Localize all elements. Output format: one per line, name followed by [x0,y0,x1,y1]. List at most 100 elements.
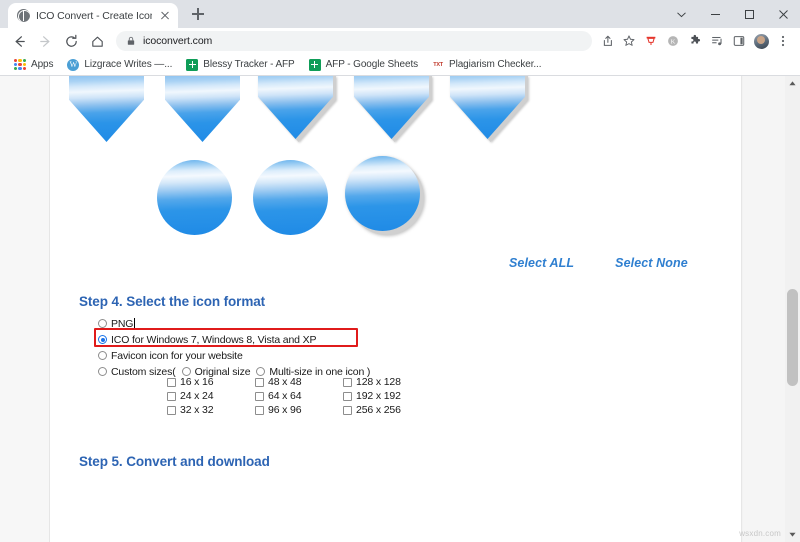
bookmarks-bar: Apps Lizgrace Writes —... Blessy Tracker… [0,54,800,76]
extension-red-icon[interactable] [640,30,662,52]
bookmark-lizgrace-writes[interactable]: Lizgrace Writes —... [60,55,179,75]
scroll-up-arrow-icon[interactable] [785,76,800,91]
svg-text:K: K [671,39,676,46]
format-option-favicon[interactable]: Favicon icon for your website [98,348,370,363]
select-none-link[interactable]: Select None [615,256,688,270]
size-label: 24 x 24 [180,390,214,402]
side-panel-icon[interactable] [728,30,750,52]
size-checkbox-24: 24 x 24 [167,389,255,403]
checkbox-64x64[interactable] [255,391,264,401]
page-viewport: Select ALL Select None Step 4. Select th… [0,76,800,542]
apps-grid-icon [14,58,26,71]
size-label: 16 x 16 [180,376,214,388]
browser-window: ICO Convert - Create Icons From [0,0,800,542]
page-gutter-right [743,76,785,542]
lock-icon [127,36,135,45]
size-checkbox-256: 256 x 256 [343,403,431,417]
size-label: 32 x 32 [180,404,214,416]
url-text: icoconvert.com [143,35,213,47]
bookmark-plagiarism-checker[interactable]: TXT Plagiarism Checker... [425,55,548,75]
icon-preview-shield[interactable] [165,76,240,142]
page-scrollbar[interactable] [785,76,800,542]
icon-preview-shield[interactable] [354,76,432,142]
size-label: 64 x 64 [268,390,302,402]
bookmark-label: Apps [31,59,54,70]
checkbox-24x24[interactable] [167,391,176,401]
home-icon[interactable] [84,28,110,54]
maximize-icon[interactable] [732,0,766,28]
ico-option-highlight [94,328,358,347]
reload-icon[interactable] [58,28,84,54]
step5-heading: Step 5. Convert and download [79,454,270,469]
address-bar[interactable]: icoconvert.com [116,31,592,51]
size-checkbox-128: 128 x 128 [343,375,431,389]
bookmark-label: Blessy Tracker - AFP [203,59,295,70]
size-label: 96 x 96 [268,404,302,416]
bookmark-blessy-tracker[interactable]: Blessy Tracker - AFP [179,55,301,75]
radio-png[interactable] [98,319,107,328]
text-icon: TXT [433,61,443,68]
icon-preview-circle[interactable] [253,160,328,235]
size-checkbox-48: 48 x 48 [255,375,343,389]
toolbar-icons: K [596,30,794,52]
bookmark-afp-google-sheets[interactable]: AFP - Google Sheets [302,55,425,75]
icon-preview-area [50,76,741,256]
icon-preview-circle[interactable] [157,160,232,235]
checkbox-48x48[interactable] [255,377,264,387]
more-menu-icon[interactable] [772,30,794,52]
scrollbar-thumb[interactable] [787,289,798,386]
globe-icon [17,9,30,22]
checkbox-192x192[interactable] [343,391,352,401]
format-option-label: Favicon icon for your website [111,349,243,362]
size-label: 128 x 128 [356,376,401,388]
chevron-down-icon[interactable] [664,0,698,28]
bookmark-star-icon[interactable] [618,30,640,52]
checkbox-256x256[interactable] [343,405,352,415]
bookmark-label: AFP - Google Sheets [325,59,419,70]
icon-format-options: PNG ICO for Windows 7, Windows 8, Vista … [98,316,370,380]
window-controls [664,0,800,28]
checkbox-128x128[interactable] [343,377,352,387]
window-close-icon[interactable] [766,0,800,28]
radio-favicon[interactable] [98,351,107,360]
tab-strip: ICO Convert - Create Icons From [0,0,800,28]
tab-title: ICO Convert - Create Icons From [36,9,152,22]
select-all-link[interactable]: Select ALL [509,256,574,270]
step4-heading: Step 4. Select the icon format [79,294,266,309]
size-label: 192 x 192 [356,390,401,402]
share-icon[interactable] [596,30,618,52]
checkbox-32x32[interactable] [167,405,176,415]
icon-preview-shield[interactable] [258,76,336,142]
new-tab-button[interactable] [185,1,211,27]
checkbox-96x96[interactable] [255,405,264,415]
profile-avatar[interactable] [750,30,772,52]
circle-icon-row [157,156,424,235]
size-checkbox-96: 96 x 96 [255,403,343,417]
close-icon[interactable] [158,9,172,23]
custom-sizes-grid: 16 x 16 48 x 48 128 x 128 24 x 24 64 x 6… [167,375,431,417]
page-gutter-left [0,76,49,542]
scroll-down-arrow-icon[interactable] [785,527,800,542]
icon-preview-shield[interactable] [450,76,528,142]
size-checkbox-64: 64 x 64 [255,389,343,403]
wordpress-icon [67,58,80,71]
icon-preview-circle[interactable] [345,156,424,235]
size-checkbox-192: 192 x 192 [343,389,431,403]
page-content: Select ALL Select None Step 4. Select th… [49,76,742,542]
puzzle-extensions-icon[interactable] [684,30,706,52]
back-arrow-icon[interactable] [6,28,32,54]
bookmark-label: Lizgrace Writes —... [84,59,173,70]
icon-preview-shield[interactable] [69,76,144,142]
grammarly-icon[interactable]: K [662,30,684,52]
shield-icon-row [69,76,528,142]
media-list-icon[interactable] [706,30,728,52]
checkbox-16x16[interactable] [167,377,176,387]
forward-arrow-icon [32,28,58,54]
radio-custom-sizes[interactable] [98,367,107,376]
google-sheets-icon [308,58,321,71]
bookmark-label: Plagiarism Checker... [449,59,542,70]
browser-tab[interactable]: ICO Convert - Create Icons From [8,3,178,28]
size-label: 256 x 256 [356,404,401,416]
bookmark-apps[interactable]: Apps [7,55,60,75]
minimize-icon[interactable] [698,0,732,28]
